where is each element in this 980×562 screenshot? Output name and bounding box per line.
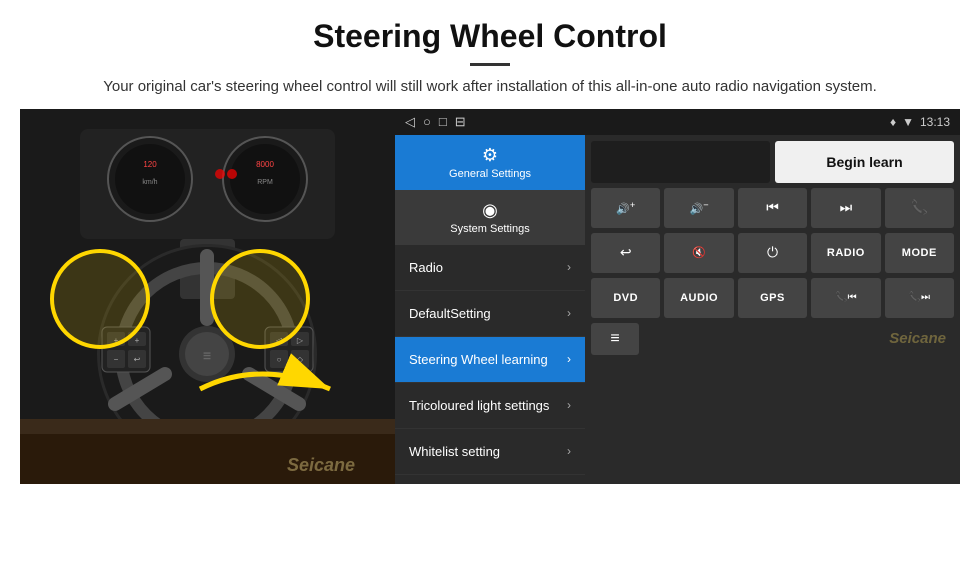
phone-button[interactable]: 📞 — [885, 188, 954, 228]
audio-label: AUDIO — [680, 292, 718, 304]
seicane-brand: Seicane — [643, 323, 954, 355]
bottom-row: ≡ Seicane — [591, 323, 954, 355]
radio-ctrl-label: RADIO — [827, 247, 865, 259]
menu-item-whitelist[interactable]: Whitelist setting › — [395, 429, 585, 475]
svg-text:+: + — [135, 336, 140, 345]
settings-gear-icon: ⚙ — [482, 145, 498, 166]
controls-row-2: ↩ 🔇 ⏻ RADIO MODE — [591, 233, 954, 273]
phone-prev-icon: 📞⏮ — [835, 292, 856, 303]
page-subtitle: Your original car's steering wheel contr… — [40, 76, 940, 99]
volume-up-icon: 🔊+ — [616, 200, 635, 216]
prev-track-button[interactable]: ⏮ — [738, 188, 807, 228]
back-icon[interactable]: ◁ — [405, 114, 415, 130]
phone-next-icon: 📞⏭ — [909, 292, 930, 303]
menu-list: Radio › DefaultSetting › Steering Wheel … — [395, 245, 585, 484]
begin-learn-button[interactable]: Begin learn — [775, 141, 954, 183]
gps-button[interactable]: GPS — [738, 278, 807, 318]
prev-track-icon: ⏮ — [766, 199, 779, 216]
nav-panel: ⚙ General Settings ◉ System Settings Rad… — [395, 135, 585, 484]
menu-item-tricoloured[interactable]: Tricoloured light settings › — [395, 383, 585, 429]
title-divider — [470, 63, 510, 66]
wifi-icon: ▼ — [902, 115, 914, 129]
hang-up-button[interactable]: ↩ — [591, 233, 660, 273]
home-icon[interactable]: ○ — [423, 114, 431, 129]
whitelist-label: Whitelist setting — [409, 444, 500, 459]
list-icon-button[interactable]: ≡ — [591, 323, 639, 355]
mute-icon: 🔇 — [692, 246, 706, 259]
power-icon: ⏻ — [767, 244, 778, 261]
menu-icon[interactable]: ⊟ — [455, 114, 466, 130]
page-wrapper: Steering Wheel Control Your original car… — [0, 0, 980, 484]
status-bar: ◁ ○ □ ⊟ ♦ ▼ 13:13 — [395, 109, 960, 135]
volume-down-icon: 🔊− — [690, 200, 709, 216]
audio-button[interactable]: AUDIO — [664, 278, 733, 318]
phone-prev-button[interactable]: 📞⏮ — [811, 278, 880, 318]
page-header: Steering Wheel Control Your original car… — [0, 0, 980, 109]
time-display: 13:13 — [920, 115, 950, 129]
whitelist-chevron: › — [567, 444, 571, 458]
svg-text:RPM: RPM — [257, 179, 273, 186]
highlight-right — [210, 249, 310, 349]
gps-label: GPS — [760, 292, 785, 304]
tricoloured-label: Tricoloured light settings — [409, 398, 549, 413]
car-image-bg: 120 km/h 8000 RPM — [20, 109, 395, 484]
menu-item-radio[interactable]: Radio › — [395, 245, 585, 291]
svg-text:km/h: km/h — [142, 179, 157, 186]
defaultsetting-label: DefaultSetting — [409, 306, 491, 321]
highlight-left — [50, 249, 150, 349]
steering-wheel-chevron: › — [567, 352, 571, 366]
mute-button[interactable]: 🔇 — [664, 233, 733, 273]
steering-wheel-label: Steering Wheel learning — [409, 352, 548, 367]
signal-icon: ♦ — [890, 115, 896, 129]
tab-system-settings[interactable]: ◉ System Settings — [395, 190, 585, 245]
status-bar-left: ◁ ○ □ ⊟ — [405, 114, 466, 130]
system-settings-label: System Settings — [450, 223, 529, 235]
system-settings-icon: ◉ — [482, 200, 498, 221]
general-settings-label: General Settings — [449, 168, 531, 180]
volume-down-button[interactable]: 🔊− — [664, 188, 733, 228]
svg-text:↩: ↩ — [134, 355, 141, 364]
menu-item-steering-wheel[interactable]: Steering Wheel learning › — [395, 337, 585, 383]
next-track-icon: ⏭ — [840, 199, 853, 216]
dvd-button[interactable]: DVD — [591, 278, 660, 318]
mode-label: MODE — [902, 247, 937, 259]
phone-next-button[interactable]: 📞⏭ — [885, 278, 954, 318]
tricoloured-chevron: › — [567, 398, 571, 412]
android-ui: ◁ ○ □ ⊟ ♦ ▼ 13:13 ⚙ General — [395, 109, 960, 484]
svg-text:120: 120 — [143, 160, 157, 169]
controls-panel: Begin learn 🔊+ 🔊− ⏮ — [585, 135, 960, 484]
empty-space — [591, 141, 770, 183]
arrow-svg — [170, 339, 350, 429]
tab-general-settings[interactable]: ⚙ General Settings — [395, 135, 585, 190]
mode-button[interactable]: MODE — [885, 233, 954, 273]
next-track-button[interactable]: ⏭ — [811, 188, 880, 228]
controls-row-3: DVD AUDIO GPS 📞⏮ 📞⏭ — [591, 278, 954, 318]
controls-row-1: 🔊+ 🔊− ⏮ ⏭ 📞 — [591, 188, 954, 228]
phone-icon: 📞 — [911, 199, 928, 216]
content-area: 120 km/h 8000 RPM — [0, 109, 980, 484]
dvd-label: DVD — [613, 292, 638, 304]
svg-text:−: − — [114, 355, 119, 364]
radio-chevron: › — [567, 260, 571, 274]
car-image-container: 120 km/h 8000 RPM — [20, 109, 395, 484]
power-button[interactable]: ⏻ — [738, 233, 807, 273]
begin-learn-row: Begin learn — [591, 141, 954, 183]
page-title: Steering Wheel Control — [40, 18, 940, 55]
menu-item-defaultsetting[interactable]: DefaultSetting › — [395, 291, 585, 337]
hang-up-icon: ↩ — [620, 244, 632, 261]
defaultsetting-chevron: › — [567, 306, 571, 320]
svg-text:8000: 8000 — [256, 160, 274, 169]
recents-icon[interactable]: □ — [439, 114, 447, 129]
main-panel: ⚙ General Settings ◉ System Settings Rad… — [395, 135, 960, 484]
radio-label: Radio — [409, 260, 443, 275]
list-icon: ≡ — [610, 330, 619, 348]
volume-up-button[interactable]: 🔊+ — [591, 188, 660, 228]
seicane-text: Seicane — [889, 330, 946, 347]
radio-ctrl-button[interactable]: RADIO — [811, 233, 880, 273]
status-bar-right: ♦ ▼ 13:13 — [890, 115, 950, 129]
